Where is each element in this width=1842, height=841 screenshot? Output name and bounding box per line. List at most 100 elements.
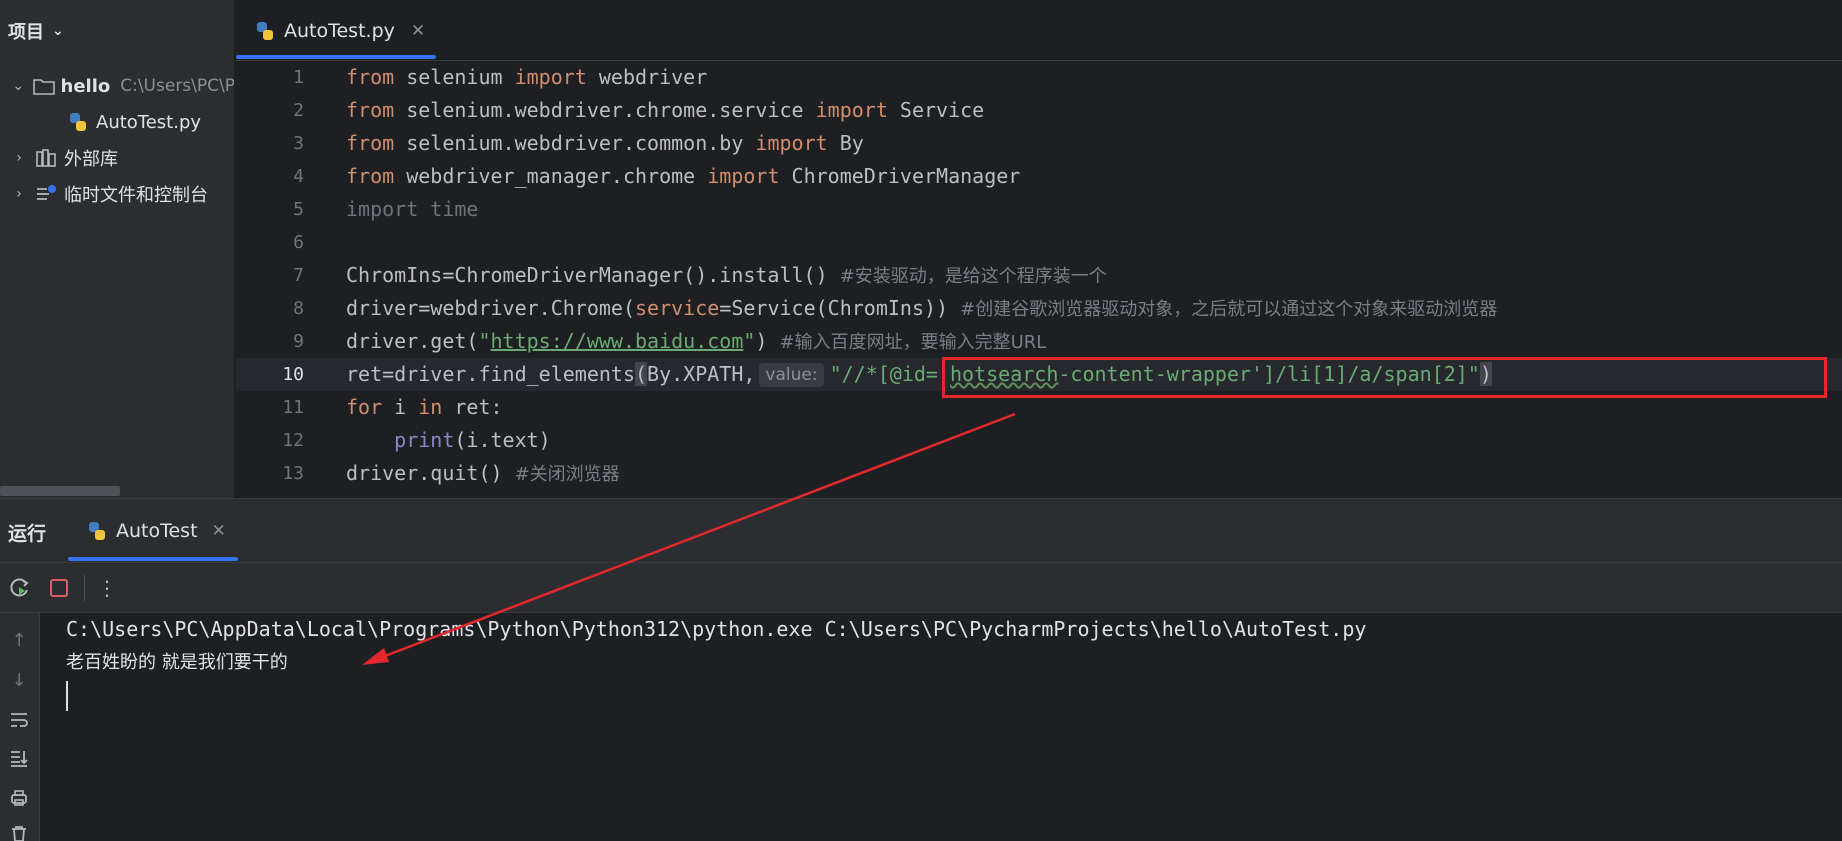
code-line-9: driver.get("https://www.baidu.com") #输入百…: [346, 325, 1046, 358]
project-path: C:\Users\PC\P: [120, 76, 235, 96]
scratches-icon: [34, 183, 58, 205]
chevron-right-icon[interactable]: ›: [12, 186, 26, 202]
module: selenium: [394, 65, 515, 89]
active-tab-indicator: [236, 55, 436, 59]
code-line-7: ChromIns=ChromeDriverManager().install()…: [346, 259, 1107, 292]
more-options-icon[interactable]: ⋮: [94, 575, 120, 601]
module: webdriver_manager.chrome: [394, 164, 708, 188]
code-line-8: driver=webdriver.Chrome(service=Service(…: [346, 292, 1497, 325]
code-line-2: from selenium.webdriver.chrome.service i…: [346, 94, 984, 127]
string-quote: ": [478, 329, 491, 353]
tree-item-external-libraries[interactable]: › 外部库: [0, 140, 234, 176]
comment: #安装驱动，是给这个程序装一个: [839, 266, 1107, 287]
keyword: from: [346, 98, 395, 122]
code: i: [382, 395, 419, 419]
module: selenium.webdriver.chrome.service: [394, 98, 816, 122]
line-number: 5: [293, 199, 304, 220]
import-name: By: [827, 131, 864, 155]
console-side-toolbar: ↑ ↓: [0, 613, 40, 841]
import-name: webdriver: [586, 65, 708, 89]
run-panel-title: 运行: [8, 523, 47, 545]
tree-item-autotest-file[interactable]: AutoTest.py: [0, 104, 234, 140]
keyword: import: [755, 131, 828, 155]
trash-icon[interactable]: [6, 821, 32, 841]
chevron-right-icon[interactable]: ›: [12, 150, 26, 166]
comment: #关闭浏览器: [514, 464, 620, 485]
close-icon[interactable]: ✕: [212, 521, 226, 541]
param-hint: value:: [759, 363, 824, 387]
code: driver.quit(): [346, 461, 515, 485]
line-number: 3: [293, 133, 304, 154]
keyword: from: [346, 164, 395, 188]
code-line-11: for i in ret:: [346, 391, 503, 424]
chevron-down-icon[interactable]: ⌄: [12, 78, 25, 94]
scroll-to-end-icon[interactable]: [6, 745, 32, 771]
scratches-label: 临时文件和控制台: [64, 185, 208, 206]
arrow-up-icon[interactable]: ↑: [6, 627, 32, 653]
run-tab-label: AutoTest: [116, 520, 198, 542]
code-line-3: from selenium.webdriver.common.by import…: [346, 127, 864, 160]
keyword: in: [418, 395, 443, 419]
project-view-title: 项目: [8, 22, 44, 43]
stop-icon[interactable]: [46, 575, 72, 601]
tab-run-autotest[interactable]: AutoTest ✕: [68, 499, 238, 563]
external-libraries-label: 外部库: [64, 149, 118, 170]
keyword: import: [707, 164, 780, 188]
run-panel-header: 运行 AutoTest ✕: [0, 499, 1842, 563]
code: driver=webdriver.Chrome(: [346, 296, 635, 320]
rerun-icon[interactable]: [7, 575, 33, 601]
line-number-gutter: 1 2 3 4 5 6 7 8 9 10 11 12 13: [236, 61, 336, 498]
project-name: hello: [60, 75, 111, 97]
code: (i.text): [454, 428, 551, 452]
run-toolbar: ⋮: [0, 563, 1842, 613]
string: "//*[@id=': [829, 362, 950, 386]
line-number: 8: [293, 298, 304, 319]
line-number: 4: [293, 166, 304, 187]
named-param: service: [634, 296, 720, 320]
code: driver.get(: [346, 329, 479, 353]
console-line-command: C:\Users\PC\AppData\Local\Programs\Pytho…: [66, 617, 1367, 641]
library-icon: [34, 147, 58, 169]
line-number: 12: [282, 430, 304, 451]
module: selenium.webdriver.common.by: [394, 131, 756, 155]
code: =Service(ChromIns)): [719, 296, 961, 320]
line-number: 1: [293, 67, 304, 88]
sidebar-scrollbar[interactable]: [0, 486, 120, 496]
code: ret:: [442, 395, 503, 419]
code-area[interactable]: from selenium import webdriver from sele…: [346, 61, 1836, 498]
python-file-icon: [66, 111, 90, 133]
builtin: print: [394, 428, 455, 452]
tree-item-project-hello[interactable]: ⌄ hello C:\Users\PC\P: [0, 68, 235, 104]
arrow-down-icon[interactable]: ↓: [6, 667, 32, 693]
editor-tabbar: AutoTest.py ✕: [236, 0, 1842, 61]
code-line-4: from webdriver_manager.chrome import Chr…: [346, 160, 1020, 193]
run-panel: 运行 AutoTest ✕ ⋮ ↑ ↓ C:\Users\PC\AppData\…: [0, 498, 1842, 841]
toolbar-separator: [84, 575, 85, 601]
code: By.XPATH,: [647, 362, 756, 386]
annotation-highlight-box: [942, 357, 1827, 398]
code-line-1: from selenium import webdriver: [346, 61, 707, 94]
close-icon[interactable]: ✕: [411, 21, 425, 41]
url-link[interactable]: https://www.baidu.com: [491, 329, 744, 353]
line-number: 13: [282, 463, 304, 484]
chevron-down-icon[interactable]: ⌄: [52, 23, 64, 39]
tab-autotest-py[interactable]: AutoTest.py ✕: [236, 0, 436, 61]
line-number: 10: [282, 364, 304, 385]
code-editor[interactable]: AutoTest.py ✕ 1 2 3 4 5 6 7 8 9 10 11 12…: [236, 0, 1842, 498]
comment: #输入百度网址，要输入完整URL: [779, 332, 1047, 353]
line-number: 2: [293, 100, 304, 121]
print-icon[interactable]: [6, 785, 32, 811]
project-sidebar: 项目 ⌄ ⌄ hello C:\Users\PC\P AutoTest.py ›…: [0, 0, 235, 498]
console-output[interactable]: C:\Users\PC\AppData\Local\Programs\Pytho…: [66, 613, 1836, 841]
python-file-icon: [254, 20, 276, 42]
line-number: 11: [282, 397, 304, 418]
line-number: 9: [293, 331, 304, 352]
paren-open: (: [634, 362, 648, 386]
import-name: Service: [887, 98, 985, 122]
import-name: ChromeDriverManager: [779, 164, 1021, 188]
tree-item-scratches-consoles[interactable]: › 临时文件和控制台: [0, 176, 234, 212]
soft-wrap-icon[interactable]: [6, 707, 32, 733]
keyword: import: [815, 98, 888, 122]
project-view-header[interactable]: 项目 ⌄: [8, 18, 64, 44]
